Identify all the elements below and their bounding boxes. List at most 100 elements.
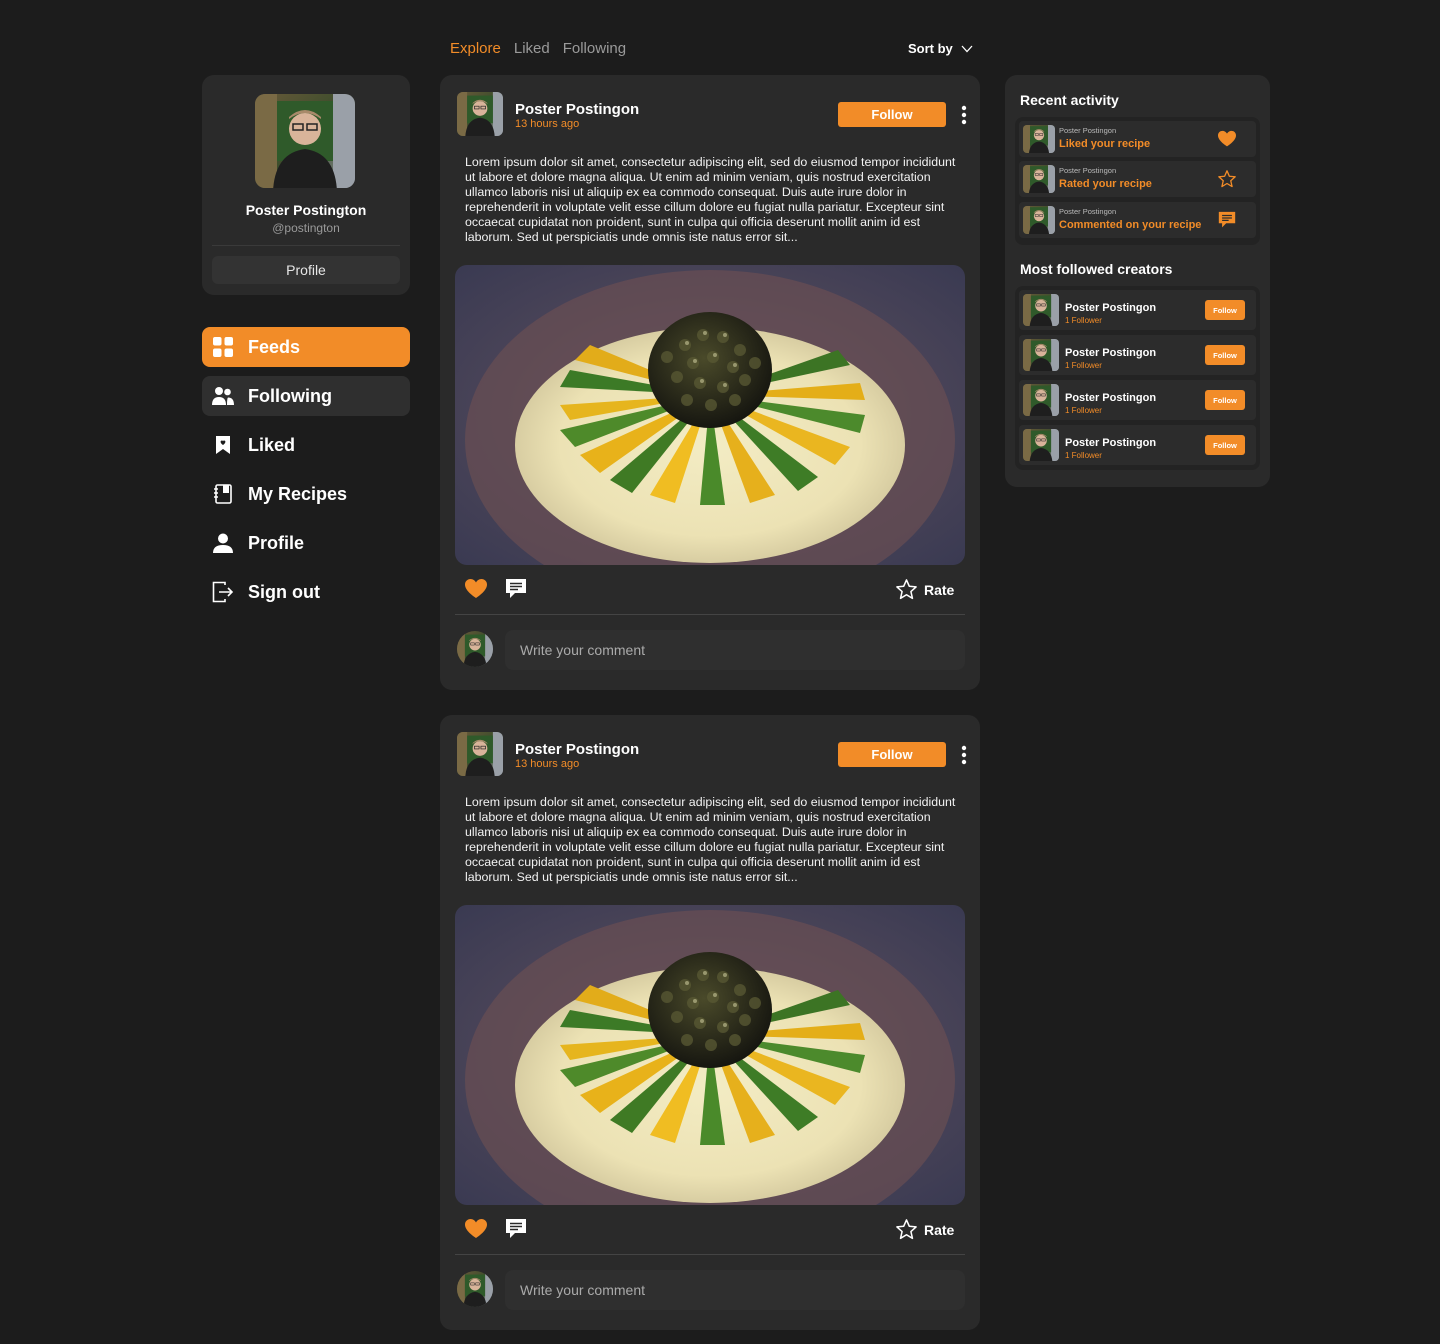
comment-avatar <box>457 1271 493 1307</box>
sidebar-item-following[interactable]: Following <box>202 376 410 416</box>
activity-text: Rated your recipe <box>1059 178 1152 190</box>
avatar <box>1023 165 1055 193</box>
creator-followers: 1 Follower <box>1065 406 1102 415</box>
comment-icon[interactable] <box>504 1217 528 1241</box>
star-icon <box>896 579 917 600</box>
grid-icon <box>212 336 234 358</box>
sidebar-nav: Feeds Following Liked My Recipes Profile… <box>202 327 410 621</box>
creator-name: Poster Postingon <box>1065 302 1157 314</box>
sidebar-item-profile[interactable]: Profile <box>202 523 410 563</box>
creator-name: Poster Postingon <box>1065 437 1157 449</box>
star-icon <box>896 1219 917 1240</box>
sidebar-item-feeds[interactable]: Feeds <box>202 327 410 367</box>
divider <box>455 614 965 615</box>
more-options-icon[interactable] <box>958 105 970 125</box>
post-text: Lorem ipsum dolor sit amet, consectetur … <box>465 155 956 244</box>
follow-button[interactable]: Follow <box>1205 435 1245 455</box>
heart-icon[interactable] <box>464 1217 488 1241</box>
sort-by-dropdown[interactable]: Sort by <box>908 41 973 56</box>
creator-followers: 1 Follower <box>1065 361 1102 370</box>
profile-button[interactable]: Profile <box>212 256 400 284</box>
profile-photo <box>255 94 355 188</box>
sort-by-label: Sort by <box>908 41 953 56</box>
rate-label: Rate <box>924 1221 955 1238</box>
avatar <box>1023 429 1059 461</box>
tab-liked[interactable]: Liked <box>514 40 550 57</box>
sidebar-item-my-recipes[interactable]: My Recipes <box>202 474 410 514</box>
activity-item[interactable]: Poster Postingon Rated your recipe <box>1019 161 1256 197</box>
post-author[interactable]: Poster Postingon <box>515 101 639 118</box>
avatar <box>1023 125 1055 153</box>
recipe-book-icon <box>212 483 234 505</box>
follow-button[interactable]: Follow <box>838 742 946 767</box>
recent-activity-list: Poster Postingon Liked your recipe Poste… <box>1015 117 1260 245</box>
post-image[interactable] <box>455 905 965 1205</box>
activity-item[interactable]: Poster Postingon Liked your recipe <box>1019 121 1256 157</box>
activity-user: Poster Postingon <box>1059 126 1117 135</box>
avatar <box>1023 206 1055 234</box>
right-panel: Recent activity Poster Postingon Liked y… <box>1005 75 1270 487</box>
sidebar-item-label: My Recipes <box>248 483 348 504</box>
post-text: Lorem ipsum dolor sit amet, consectetur … <box>465 795 956 884</box>
divider <box>455 1254 965 1255</box>
avatar[interactable] <box>457 92 503 136</box>
sidebar-item-sign-out[interactable]: Sign out <box>202 572 410 612</box>
rate-button[interactable]: Rate <box>895 1218 954 1241</box>
post-time: 13 hours ago <box>515 758 580 770</box>
creator-item[interactable]: Poster Postingon 1 Follower Follow <box>1019 380 1256 420</box>
rate-button[interactable]: Rate <box>895 578 954 601</box>
comment-avatar <box>457 631 493 667</box>
profile-name: Poster Postington <box>245 202 367 218</box>
user-icon <box>212 532 234 554</box>
sidebar-item-liked[interactable]: Liked <box>202 425 410 465</box>
comment-icon[interactable] <box>504 577 528 601</box>
sidebar-item-label: Following <box>248 385 332 406</box>
avatar[interactable] <box>457 732 503 776</box>
rate-label: Rate <box>924 581 955 598</box>
creator-item[interactable]: Poster Postingon 1 Follower Follow <box>1019 290 1256 330</box>
more-options-icon[interactable] <box>958 745 970 765</box>
sidebar-item-label: Feeds <box>248 336 301 357</box>
comment-input[interactable] <box>505 630 965 670</box>
comment-input[interactable] <box>505 1270 965 1310</box>
users-icon <box>212 385 234 407</box>
creator-followers: 1 Follower <box>1065 316 1102 325</box>
follow-button[interactable]: Follow <box>1205 300 1245 320</box>
creator-item[interactable]: Poster Postingon 1 Follower Follow <box>1019 335 1256 375</box>
avatar <box>1023 294 1059 326</box>
creator-name: Poster Postingon <box>1065 392 1157 404</box>
activity-user: Poster Postingon <box>1059 166 1117 175</box>
tab-following[interactable]: Following <box>563 40 626 57</box>
follow-button[interactable]: Follow <box>1205 345 1245 365</box>
tab-explore[interactable]: Explore <box>450 40 501 57</box>
creator-item[interactable]: Poster Postingon 1 Follower Follow <box>1019 425 1256 465</box>
activity-text: Liked your recipe <box>1059 138 1151 150</box>
sidebar-item-label: Sign out <box>248 581 320 602</box>
avatar <box>1023 384 1059 416</box>
feed-tabs: Explore Liked Following <box>450 40 626 57</box>
follow-button[interactable]: Follow <box>1205 390 1245 410</box>
activity-text: Commented on your recipe <box>1059 219 1202 231</box>
chevron-down-icon <box>961 45 973 52</box>
post-time: 13 hours ago <box>515 118 580 130</box>
heart-icon[interactable] <box>464 577 488 601</box>
sidebar-item-label: Liked <box>248 434 296 455</box>
activity-user: Poster Postingon <box>1059 207 1117 216</box>
post-author[interactable]: Poster Postingon <box>515 741 639 758</box>
activity-item[interactable]: Poster Postingon Commented on your recip… <box>1019 202 1256 238</box>
most-followed-title: Most followed creators <box>1020 261 1173 277</box>
creator-name: Poster Postingon <box>1065 347 1157 359</box>
avatar <box>1023 339 1059 371</box>
bookmark-heart-icon <box>212 434 234 456</box>
creators-list: Poster Postingon 1 Follower Follow Poste… <box>1015 286 1260 470</box>
recent-activity-title: Recent activity <box>1020 92 1119 108</box>
post-card: Poster Postingon 13 hours ago Follow Lor… <box>440 75 980 690</box>
sidebar-item-label: Profile <box>248 532 305 553</box>
follow-button[interactable]: Follow <box>838 102 946 127</box>
star-icon <box>1218 170 1236 188</box>
creator-followers: 1 Follower <box>1065 451 1102 460</box>
comment-icon <box>1218 211 1236 228</box>
heart-icon <box>1218 130 1236 147</box>
post-image[interactable] <box>455 265 965 565</box>
divider <box>212 245 400 246</box>
